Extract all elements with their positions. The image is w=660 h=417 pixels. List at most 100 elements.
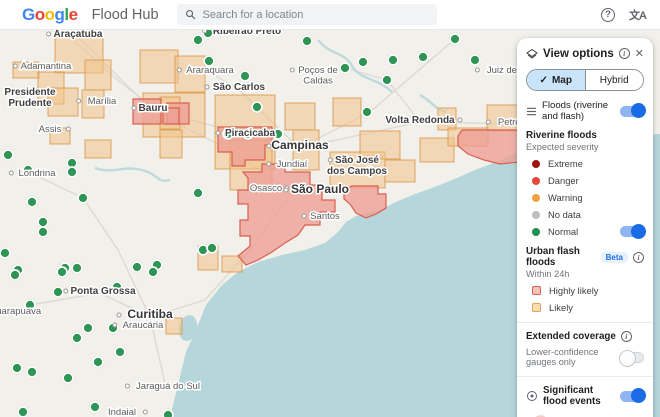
city-label: Poços de [298, 65, 338, 76]
gauge-marker-normal[interactable] [192, 34, 204, 46]
riverine-gauges-toggle[interactable] [620, 223, 646, 239]
gauge-marker-normal[interactable] [381, 74, 393, 86]
city-dot [474, 67, 480, 73]
view-options-panel: View options i ✕ ✓ Map Hybrid Floods (ri… [517, 38, 653, 417]
logo-letter: o [34, 4, 45, 24]
city-dot [112, 322, 118, 328]
gauge-marker-normal[interactable] [162, 409, 174, 417]
gauge-marker-normal[interactable] [26, 196, 38, 208]
divider [517, 322, 653, 323]
city-label: Araçatuba [54, 29, 103, 40]
city-dot [301, 213, 307, 219]
gauge-marker-normal[interactable] [469, 54, 481, 66]
city-label: Prudente [8, 98, 52, 109]
logo-letter: G [22, 4, 35, 24]
translate-icon[interactable]: 文A [629, 7, 647, 23]
flood-hub-app: Araçatuba Ribeirão Preto Adamantina Preside… [0, 0, 660, 417]
flood-area-likely [384, 159, 416, 183]
gauge-marker-normal[interactable] [2, 149, 14, 161]
gauge-marker-normal[interactable] [9, 269, 21, 281]
gauge-marker-normal[interactable] [114, 346, 126, 358]
legend-item-extreme: Extreme [526, 158, 644, 169]
info-icon[interactable]: i [618, 48, 630, 59]
flood-area-likely [284, 102, 316, 131]
top-app-bar: Google Flood Hub Search for a location ?… [0, 0, 660, 30]
search-icon [185, 10, 195, 20]
city-label: São José [335, 155, 379, 166]
gauge-marker-normal[interactable] [192, 187, 204, 199]
logo-letter: o [44, 4, 55, 24]
flood-area-likely [139, 49, 179, 84]
gauge-marker-normal[interactable] [387, 54, 399, 66]
legend-item-no-data: No data [526, 209, 644, 220]
city-label: Santos [310, 211, 340, 222]
city-label: Assis [39, 124, 62, 135]
gauge-marker-normal[interactable] [71, 262, 83, 274]
city-dot [116, 312, 122, 318]
extended-coverage-toggle[interactable] [619, 349, 644, 367]
city-dot [131, 105, 137, 111]
city-label: Araraquara [186, 65, 234, 76]
gauge-marker-normal[interactable] [449, 33, 461, 45]
close-icon[interactable]: ✕ [635, 47, 644, 60]
city-dot [327, 157, 333, 163]
gauge-marker-normal[interactable] [82, 322, 94, 334]
gauge-marker-normal[interactable] [301, 35, 313, 47]
gauge-marker-normal[interactable] [92, 356, 104, 368]
city-dot [124, 383, 130, 389]
city-label: Adamantina [21, 61, 72, 72]
city-dot [266, 161, 272, 167]
google-logo[interactable]: Google [22, 5, 78, 25]
city-label: Indaial [108, 407, 136, 417]
city-label: Londrina [19, 168, 57, 179]
riverine-floods-title: Riverine floods [526, 130, 597, 141]
city-label: Presidente [4, 87, 56, 98]
beta-badge: Beta [600, 251, 628, 263]
city-dot [63, 288, 69, 294]
gauge-marker-normal[interactable] [89, 401, 101, 413]
significant-events-toggle[interactable] [620, 388, 646, 403]
gauge-marker-normal[interactable] [17, 406, 29, 417]
gauge-marker-normal[interactable] [131, 261, 143, 273]
urban-info-icon[interactable]: i [633, 251, 644, 263]
gauge-marker-normal[interactable] [52, 286, 64, 298]
help-icon[interactable]: ? [601, 7, 616, 22]
flood-area-likely [159, 129, 183, 159]
city-dot [283, 187, 289, 193]
map-type-map-button[interactable]: ✓ Map [527, 70, 585, 90]
search-input[interactable]: Search for a location [176, 4, 437, 25]
city-dot [8, 170, 14, 176]
gauge-marker-normal[interactable] [11, 362, 23, 374]
divider [517, 376, 653, 377]
gauge-marker-normal[interactable] [62, 372, 74, 384]
floods-layer-toggle[interactable] [620, 103, 646, 118]
map-type-hybrid-button[interactable]: Hybrid [584, 70, 643, 90]
gauge-marker-normal[interactable] [66, 166, 78, 178]
gauge-marker-normal[interactable] [251, 101, 263, 113]
city-dot [215, 130, 221, 136]
gauge-marker-normal[interactable] [206, 242, 218, 254]
gauge-marker-normal[interactable] [77, 192, 89, 204]
likely-square-icon [532, 303, 541, 312]
gauge-marker-normal[interactable] [37, 216, 49, 228]
warning-dot-icon [532, 193, 540, 202]
logo-letter: e [68, 4, 78, 24]
gauge-marker-normal[interactable] [239, 70, 251, 82]
gauge-marker-normal[interactable] [0, 247, 11, 259]
city-label: dos Campos [327, 166, 387, 177]
gauge-marker-normal[interactable] [361, 106, 373, 118]
no-data-dot-icon [532, 210, 540, 219]
gauge-marker-normal[interactable] [71, 332, 83, 344]
city-label: São Carlos [213, 82, 266, 93]
city-dot [289, 67, 295, 73]
gauge-marker-normal[interactable] [339, 62, 351, 74]
gauge-marker-normal[interactable] [37, 226, 49, 238]
gauge-marker-normal[interactable] [56, 266, 68, 278]
city-label: Caldas [303, 76, 333, 87]
gauge-marker-normal[interactable] [26, 366, 38, 378]
extended-info-icon[interactable]: i [620, 331, 632, 342]
gauge-marker-normal[interactable] [417, 51, 429, 63]
gauge-marker-normal[interactable] [357, 56, 369, 68]
gauge-marker-normal[interactable] [147, 266, 159, 278]
significant-flood-events-title: Significant flood events [543, 385, 601, 407]
